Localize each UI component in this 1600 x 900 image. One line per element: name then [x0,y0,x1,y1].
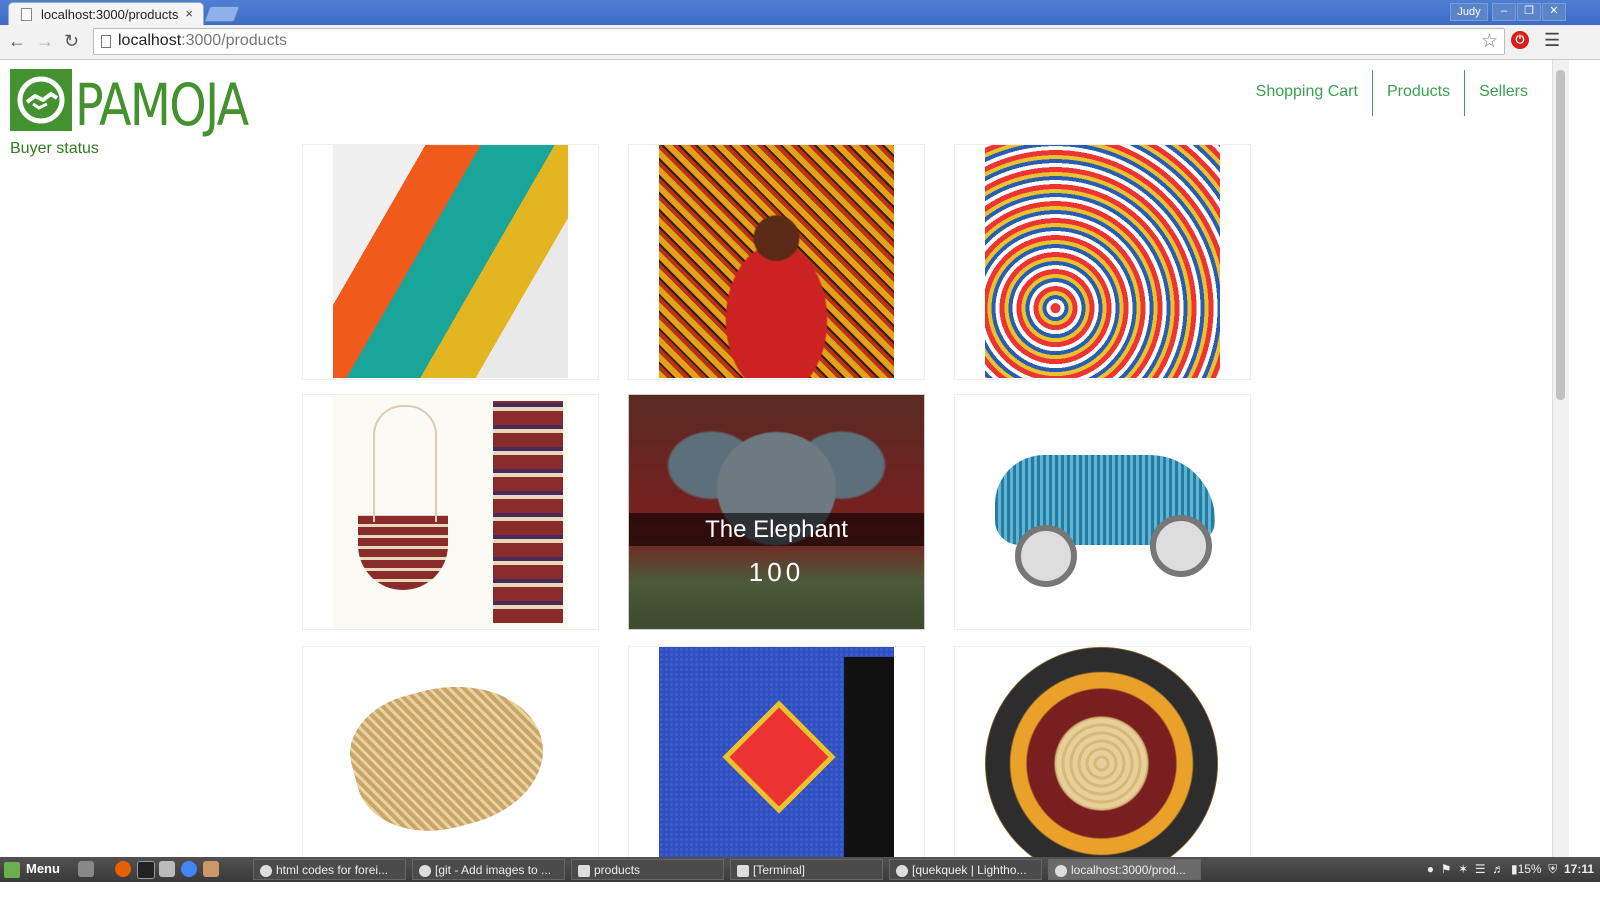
taskbar-item[interactable]: [Terminal] [730,859,883,880]
product-card[interactable] [302,646,599,857]
taskbar-item[interactable]: [quekquek | Lightho... [889,859,1042,880]
url-text: localhost:3000/products [118,32,287,50]
scrollbar-thumb[interactable] [1556,70,1565,400]
shield-icon[interactable]: ⛨ [1548,862,1557,876]
browser-tabbar: localhost:3000/products × Judy – ❐ ✕ [0,0,1600,26]
chrome-icon [896,864,908,877]
taskbar-item-active[interactable]: localhost:3000/prod... [1048,859,1201,880]
task-label: [Terminal] [753,863,806,877]
chrome-icon[interactable] [181,861,197,877]
product-card[interactable] [954,144,1251,380]
volume-icon[interactable]: ♬ [1492,862,1504,876]
product-image-elephant [629,395,924,629]
product-card[interactable] [954,394,1251,630]
firefox-icon[interactable] [115,861,131,877]
product-card[interactable] [628,646,925,857]
product-image-woven-bag [333,395,568,628]
wifi-icon[interactable]: ☰ [1475,862,1486,876]
profile-button[interactable]: Judy [1450,3,1488,21]
product-card[interactable] [302,144,599,380]
taskbar-item[interactable]: products [571,859,724,880]
folder-icon [578,864,590,877]
product-image-baskets [985,145,1220,378]
url-path: :3000/products [181,32,288,49]
nav-shopping-cart[interactable]: Shopping Cart [1242,70,1372,116]
bluetooth-icon[interactable]: ✶ [1458,862,1468,876]
task-label: html codes for forei... [276,863,389,877]
terminal-icon [737,864,749,877]
forward-arrow-icon[interactable]: → [36,31,54,52]
product-image-beaded-heart [659,647,894,857]
taskbar-item[interactable]: [git - Add images to ... [412,859,565,880]
mint-logo-icon [4,861,20,878]
chrome-icon [260,864,272,877]
taskbar-item[interactable]: html codes for forei... [253,859,406,880]
product-image-basket-plate [985,647,1220,857]
handshake-icon [10,69,72,131]
user-icon[interactable]: ● [1427,862,1434,876]
page-content: PAMOJA Buyer status Shopping Cart Produc… [0,60,1552,857]
reload-icon[interactable]: ↻ [64,31,79,52]
terminal-icon[interactable] [137,861,155,879]
task-label: localhost:3000/prod... [1071,863,1186,877]
main-nav: Shopping Cart Products Sellers [1242,70,1542,116]
extension-stop-icon[interactable]: ⏻ [1511,31,1529,49]
nav-products[interactable]: Products [1371,70,1464,116]
logo-text: PAMOJA [75,71,249,139]
minimize-button[interactable]: – [1492,3,1516,21]
browser-tab[interactable]: localhost:3000/products × [8,2,204,26]
task-label: [git - Add images to ... [435,863,552,877]
product-image-dress [659,145,894,378]
product-card[interactable] [954,646,1251,857]
product-image-bag [333,145,568,378]
address-bar[interactable]: localhost:3000/products ☆ [93,28,1505,55]
product-card[interactable] [628,144,925,380]
close-window-button[interactable]: ✕ [1542,3,1566,21]
task-label: products [594,863,641,877]
editor-icon[interactable] [203,861,219,877]
tab-close-icon[interactable]: × [185,6,193,21]
battery-icon[interactable]: ▮ [1511,862,1518,876]
page-icon [101,35,111,48]
page-icon [21,8,32,21]
files-icon[interactable] [159,861,175,877]
clock[interactable]: 17:11 [1564,862,1594,876]
restore-button[interactable]: ❐ [1517,3,1541,21]
start-menu-button[interactable]: Menu [4,861,60,878]
os-taskbar: Menu html codes for forei... [git - Add … [0,857,1600,882]
product-card[interactable] [302,394,599,630]
tab-title: localhost:3000/products [41,7,179,22]
chrome-menu-icon[interactable]: ☰ [1544,30,1560,51]
nav-sellers[interactable]: Sellers [1464,70,1542,116]
system-tray: ● ⚑ ✶ ☰ ♬ ▮15% ⛨ 17:11 [1427,862,1594,877]
chrome-icon [1055,864,1067,877]
product-title: The Elephant [629,513,924,546]
us-flag-icon[interactable]: ⚑ [1441,862,1452,876]
buyer-status: Buyer status [10,140,99,157]
show-desktop-icon[interactable] [78,861,94,877]
battery-level: 15% [1517,862,1542,876]
product-image-straw-basket [333,647,568,857]
product-card-hovered[interactable]: The Elephant 100 [628,394,925,630]
product-price: 100 [748,557,805,587]
bookmark-star-icon[interactable]: ☆ [1481,30,1498,53]
task-label: [quekquek | Lightho... [912,863,1027,877]
url-host: localhost [118,32,182,49]
chrome-icon [419,864,431,877]
browser-toolbar: ← → ↻ localhost:3000/products ☆ ⏻ ☰ [0,25,1600,60]
vertical-scrollbar[interactable] [1552,60,1569,857]
back-arrow-icon[interactable]: ← [8,31,26,52]
menu-label: Menu [26,861,60,876]
product-image-beaded-car [985,395,1220,628]
new-tab-button[interactable] [204,6,240,22]
